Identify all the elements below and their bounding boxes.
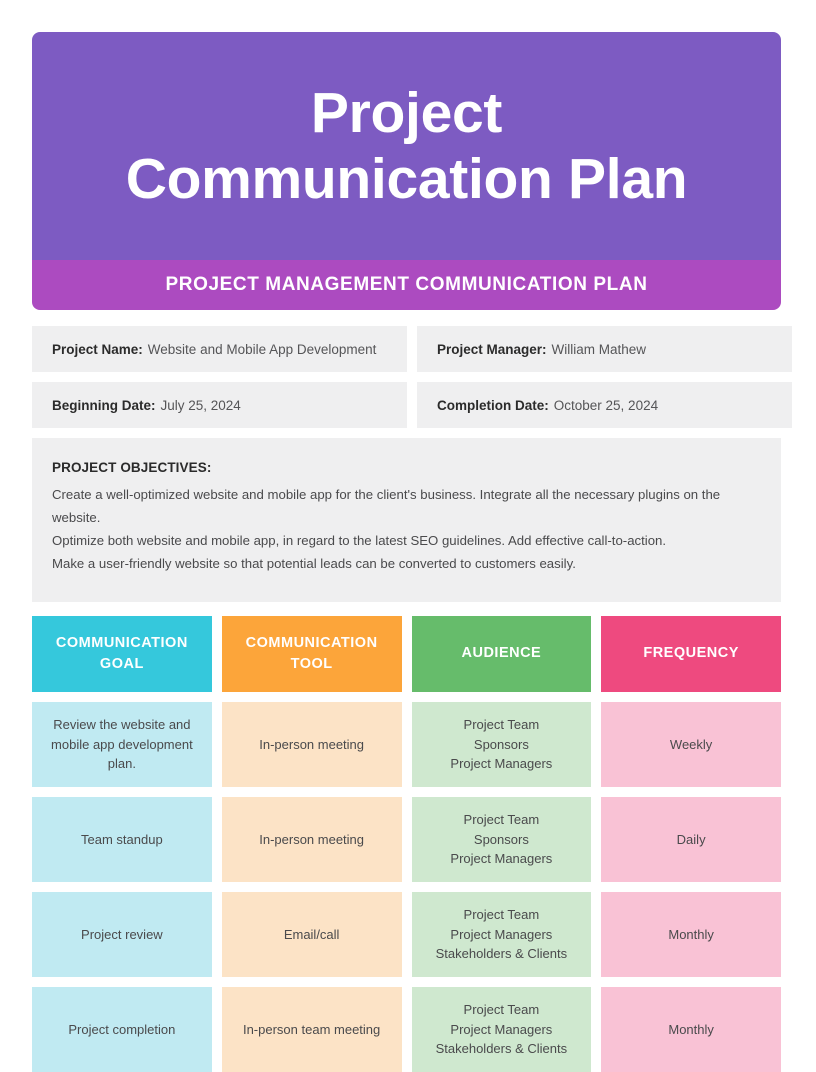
project-objectives-section: PROJECT OBJECTIVES: Create a well-optimi… xyxy=(32,438,781,602)
table-cell-audience: Project Team Project Managers Stakeholders… xyxy=(411,986,592,1072)
table-cell-frequency: Monthly xyxy=(601,891,781,977)
table-cell-tool: In-person meeting xyxy=(221,796,402,882)
communication-plan-table: COMMUNICATION GOAL COMMUNICATION TOOL AUDI… xyxy=(32,615,781,1072)
page-title: Project Communication Plan xyxy=(125,80,688,211)
project-communication-plan-document: Project Communication Plan PROJECT MANAG… xyxy=(0,0,816,1072)
table-cell-audience: Project Team Sponsors Project Managers xyxy=(411,701,592,787)
info-field: Beginning Date: July 25, 2024 xyxy=(32,382,407,428)
table-cell-goal: Team standup xyxy=(32,796,212,882)
objective-line: Create a well-optimized website and mobi… xyxy=(52,487,721,525)
info-field-label: Completion Date: xyxy=(437,397,549,413)
document-subtitle-banner: PROJECT MANAGEMENT COMMUNICATION PLAN xyxy=(32,260,781,310)
info-field-value: July 25, 2024 xyxy=(160,397,241,413)
info-field-value: Website and Mobile App Development xyxy=(147,341,377,357)
table-column-header: FREQUENCY xyxy=(601,615,781,692)
info-field-label: Project Manager: xyxy=(437,341,547,357)
objectives-heading: PROJECT OBJECTIVES: xyxy=(52,460,212,475)
table-cell-goal: Project review xyxy=(32,891,212,977)
info-field-label: Beginning Date: xyxy=(52,397,156,413)
table-header-row: COMMUNICATION GOAL COMMUNICATION TOOL AUDI… xyxy=(32,615,781,692)
objectives-body: Create a well-optimized website and mobi… xyxy=(52,484,761,576)
table-cell-tool: Email/call xyxy=(221,891,402,977)
table-cell-goal: Project completion xyxy=(32,986,212,1072)
table-cell-tool: In-person team meeting xyxy=(221,986,402,1072)
table-cell-tool: In-person meeting xyxy=(221,701,402,787)
objective-line: Make a user-friendly website so that pot… xyxy=(52,555,576,571)
table-row: Review the website and mobile app develo… xyxy=(32,701,781,787)
document-title-block: Project Communication Plan xyxy=(32,32,781,260)
info-field-value: October 25, 2024 xyxy=(553,397,659,413)
table-cell-frequency: Weekly xyxy=(601,701,781,787)
objective-line: Optimize both website and mobile app, in… xyxy=(52,532,667,548)
table-cell-audience: Project Team Project Managers Stakeholders… xyxy=(411,891,592,977)
subtitle-text: PROJECT MANAGEMENT COMMUNICATION PLAN xyxy=(165,274,648,295)
info-field-label: Project Name: xyxy=(52,341,143,357)
table-row: Project review Email/call Project Team Proj… xyxy=(32,891,781,977)
table-column-header: COMMUNICATION GOAL xyxy=(32,615,212,692)
table-cell-audience: Project Team Sponsors Project Managers xyxy=(411,796,592,882)
info-field: Project Manager: William Mathew xyxy=(417,326,792,372)
table-cell-goal: Review the website and mobile app develo… xyxy=(32,701,212,787)
info-field-value: William Mathew xyxy=(551,341,647,357)
table-column-header: AUDIENCE xyxy=(411,615,592,692)
table-column-header: COMMUNICATION TOOL xyxy=(221,615,402,692)
table-row: Team standup In-person meeting Project Tea… xyxy=(32,796,781,882)
table-row: Project completion In-person team meeting… xyxy=(32,986,781,1072)
info-field: Project Name: Website and Mobile App Deve… xyxy=(32,326,407,372)
table-cell-frequency: Monthly xyxy=(601,986,781,1072)
project-info-grid: Project Name: Website and Mobile App Deve… xyxy=(32,326,792,428)
table-cell-frequency: Daily xyxy=(601,796,781,882)
info-field: Completion Date: October 25, 2024 xyxy=(417,382,792,428)
